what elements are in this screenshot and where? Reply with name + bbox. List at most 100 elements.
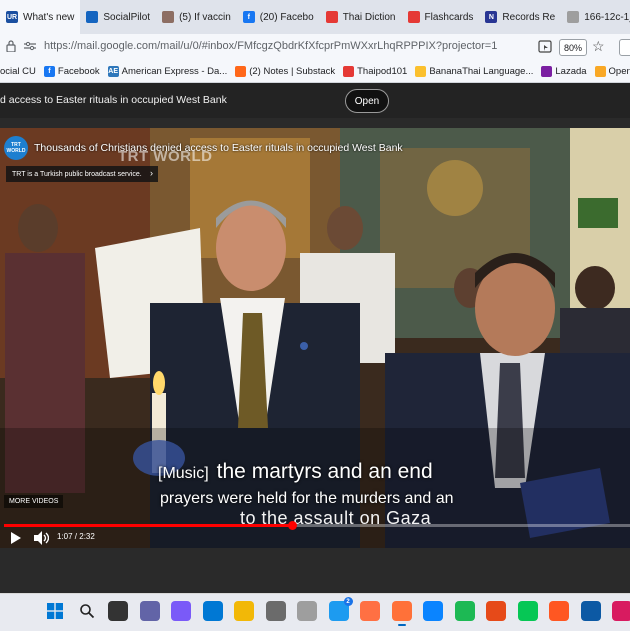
bookmark-item[interactable]: Openly Licensed I	[594, 65, 630, 77]
bookmark-label: ocial CU	[0, 65, 36, 77]
microsoft-store-icon[interactable]	[202, 601, 223, 621]
info-panel-banner[interactable]: TRT is a Turkish public broadcast servic…	[6, 166, 158, 182]
flashcards-icon	[407, 11, 420, 23]
page-action-icon[interactable]	[538, 40, 552, 53]
video-title[interactable]: Thousands of Christians denied access to…	[34, 142, 403, 154]
caption-line-2: prayers were held for the murders and an	[160, 490, 454, 507]
spotify-icon[interactable]	[454, 601, 475, 621]
browser-tab-label: (20) Facebo	[259, 11, 314, 23]
site-settings-icon[interactable]	[24, 41, 36, 51]
windows-taskbar: 2	[0, 593, 630, 631]
bookmark-label: (2) Notes | Substack	[249, 65, 336, 77]
browser-tab-label: Records Re	[502, 11, 556, 23]
office-icon[interactable]	[486, 601, 506, 621]
settings-icon[interactable]	[265, 601, 286, 621]
bookmark-item[interactable]: AE American Express - Da...	[107, 65, 228, 77]
browser-tab[interactable]: N Records Re	[479, 0, 561, 34]
twitter-icon[interactable]: 2	[328, 597, 353, 621]
browser-tab[interactable]: Thai Diction	[320, 0, 402, 34]
profile-photo-icon	[162, 11, 175, 23]
banana-icon	[415, 65, 427, 77]
open-button[interactable]: Open	[345, 89, 389, 113]
browser-tab-label: (5) If vaccin	[179, 11, 231, 23]
browser-tab-label: What's new	[23, 11, 75, 23]
progress-fill	[4, 524, 292, 527]
app-orange-icon[interactable]	[360, 601, 380, 621]
video-player[interactable]: TRT WORLD Thousands of Christians denied…	[0, 128, 630, 548]
browser-tab[interactable]: f (20) Facebo	[237, 0, 320, 34]
ur-app-icon: UR	[6, 11, 18, 23]
chevron-right-icon: ›	[150, 168, 153, 178]
video-frame	[0, 128, 630, 548]
bookmark-label: Lazada	[555, 65, 587, 77]
facebook-icon: f	[242, 11, 255, 23]
url-field[interactable]: https://mail.google.com/mail/u/0/#inbox/…	[44, 40, 497, 52]
info-panel-text: TRT is a Turkish public broadcast servic…	[12, 170, 142, 178]
bookmarks-bar: ocial CU f Facebook AE American Express - Da…	[0, 60, 630, 83]
bookmark-item[interactable]: (2) Notes | Substack	[235, 65, 336, 77]
substack-icon	[235, 65, 247, 77]
duration: 2:32	[79, 532, 95, 541]
channel-watermark: TRT WORLD	[118, 148, 213, 165]
volume-icon[interactable]	[34, 531, 49, 545]
browser-tab-label: 166-12c-1_	[584, 11, 630, 23]
bookmark-item[interactable]: BananaThai Language...	[415, 65, 534, 77]
records-icon: N	[485, 11, 498, 23]
browser-tab-label: Flashcards	[424, 11, 474, 23]
browser-tab[interactable]: 166-12c-1_	[561, 0, 630, 34]
attachment-viewer: d access to Easter rituals in occupied W…	[0, 83, 630, 593]
teams-chat-icon[interactable]	[139, 601, 160, 621]
address-bar: https://mail.google.com/mail/u/0/#inbox/…	[0, 34, 630, 60]
task-view-icon[interactable]	[108, 601, 128, 621]
amex-icon: AE	[107, 65, 119, 77]
bookmark-label: Openly Licensed I	[608, 65, 630, 77]
zoom-level-badge[interactable]: 80%	[559, 39, 587, 56]
lazada-icon	[541, 65, 553, 77]
socialpilot-icon	[86, 11, 99, 23]
channel-logo[interactable]: TRT WORLD	[4, 136, 28, 160]
bookmark-item[interactable]: ocial CU	[0, 66, 36, 77]
browser-tab[interactable]: UR What's new	[0, 0, 81, 34]
edge-icon[interactable]	[580, 601, 601, 621]
more-videos-label[interactable]: MORE VIDEOS	[4, 495, 64, 508]
caption-line-1: [Music] the martyrs and an end	[158, 460, 433, 484]
viewer-document-title: d access to Easter rituals in occupied W…	[0, 94, 227, 106]
bookmark-item[interactable]: Thaipod101	[343, 65, 408, 77]
viewer-header: d access to Easter rituals in occupied W…	[0, 83, 630, 118]
browser-tab[interactable]: (5) If vaccin	[156, 0, 237, 34]
windows-start-icon[interactable]	[45, 601, 65, 621]
thai-dictionary-icon	[325, 11, 338, 23]
progress-scrubber[interactable]	[287, 521, 297, 530]
browser-tab[interactable]: SocialPilot	[80, 0, 156, 34]
opera-icon[interactable]	[612, 601, 630, 621]
line-icon[interactable]	[517, 601, 538, 621]
current-time: 1:07	[57, 532, 73, 541]
bookmark-item[interactable]: f Facebook	[43, 65, 100, 77]
openly-icon	[594, 65, 606, 77]
thunderbird-icon[interactable]	[423, 601, 443, 621]
notification-badge: 2	[343, 597, 353, 606]
browser-tab-strip: UR What's new SocialPilot (5) If vaccin f (20…	[0, 0, 630, 34]
game-icon[interactable]	[297, 601, 317, 621]
bookmark-label: BananaThai Language...	[429, 65, 534, 77]
bookmark-item[interactable]: Lazada	[541, 65, 587, 77]
file-explorer-icon[interactable]	[234, 601, 254, 621]
bookmark-label: Facebook	[57, 65, 100, 77]
firefox-icon[interactable]	[391, 601, 412, 626]
browser-tab[interactable]: Flashcards	[402, 0, 480, 34]
copilot-icon[interactable]	[171, 601, 191, 621]
menu-button[interactable]	[619, 39, 630, 56]
bookmark-label: Thaipod101	[357, 65, 408, 77]
progress-bar[interactable]	[4, 521, 630, 530]
time-display: 1:07 / 2:32	[57, 532, 95, 541]
caption-tag: [Music]	[158, 465, 209, 482]
search-icon[interactable]	[76, 601, 97, 621]
play-icon[interactable]	[11, 532, 21, 544]
photos-icon[interactable]	[549, 601, 569, 621]
bookmark-star-icon[interactable]: ☆	[592, 39, 605, 53]
caption-text-1: the martyrs and an end	[216, 460, 433, 483]
browser-tab-label: Thai Diction	[342, 11, 396, 23]
bookmark-label: American Express - Da...	[121, 65, 228, 77]
lock-icon[interactable]	[6, 40, 16, 52]
document-icon	[567, 11, 580, 23]
